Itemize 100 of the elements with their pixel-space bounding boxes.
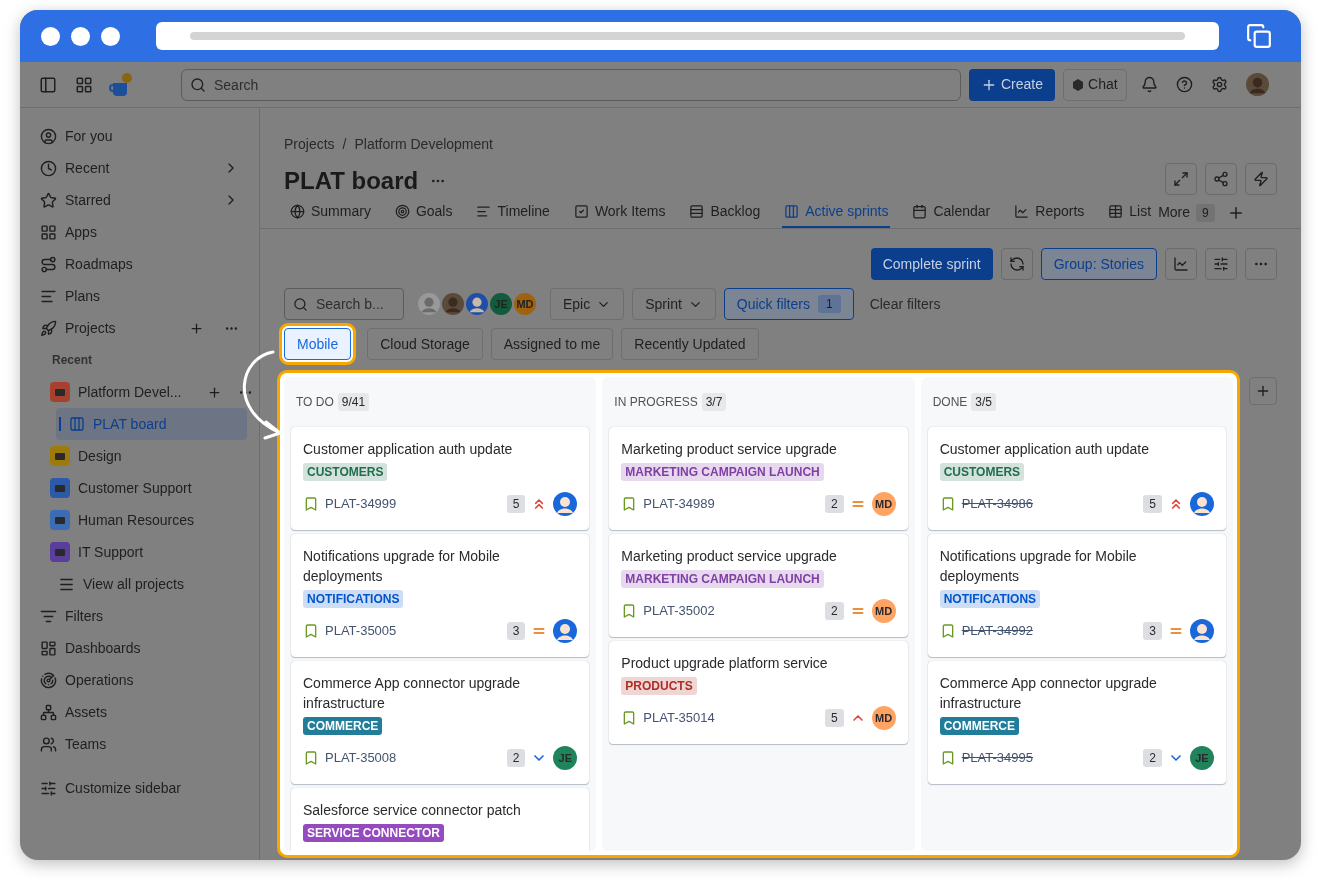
issue-key[interactable]: PLAT-35008 xyxy=(325,748,397,768)
board-item[interactable]: PLAT board xyxy=(56,408,247,440)
issue-card[interactable]: Notifications upgrade for Mobile deployments NOTIFICATIONS PLAT-35005 3 xyxy=(291,534,590,657)
chat-button[interactable]: Chat xyxy=(1063,68,1127,101)
sidebar-item-label: Plans xyxy=(65,286,101,306)
sidebar-item-label: Operations xyxy=(65,670,134,690)
nav-tab[interactable]: Timeline xyxy=(474,197,552,228)
sidebar-item-label: Teams xyxy=(65,734,107,754)
quick-filter-chip[interactable]: Recently Updated xyxy=(621,328,759,360)
sidebar-item[interactable]: Recent xyxy=(32,152,247,184)
quick-filter-chip[interactable]: Cloud Storage xyxy=(367,328,483,360)
sidebar-item[interactable]: View all projects xyxy=(32,568,247,600)
issue-card[interactable]: Commerce App connector upgrade infrastructure COMMERCE PLAT-34995 2 JE xyxy=(927,661,1226,784)
card-title: Product upgrade platform service xyxy=(621,654,829,673)
sync-button[interactable] xyxy=(1000,248,1033,280)
people-icon xyxy=(40,735,57,753)
issue-key[interactable]: PLAT-34989 xyxy=(643,494,715,514)
project-name: Human Resources xyxy=(78,510,194,530)
issue-card[interactable]: Customer application auth update CUSTOMERS PLAT-34986 5 xyxy=(927,427,1226,530)
automation-button[interactable] xyxy=(1245,163,1277,195)
sidebar-item[interactable]: Operations xyxy=(32,664,247,696)
star-icon xyxy=(40,191,57,209)
sidebar-item[interactable]: For you xyxy=(32,120,247,152)
add-icon[interactable] xyxy=(207,384,222,400)
more-tabs-button[interactable]: More 9 xyxy=(1158,202,1215,223)
story-points: 3 xyxy=(1143,622,1162,640)
issue-key[interactable]: PLAT-35005 xyxy=(325,621,397,641)
notifications-icon[interactable] xyxy=(1140,76,1158,93)
nav-tab[interactable]: List xyxy=(1106,197,1154,228)
sidebar-item[interactable]: Teams xyxy=(32,728,247,760)
filter-dropdown[interactable]: Sprint xyxy=(632,288,716,320)
nav-tab[interactable]: Active sprints xyxy=(782,197,891,228)
help-icon[interactable] xyxy=(1175,76,1193,93)
sidebar-item[interactable]: Starred xyxy=(32,184,247,216)
sidebar-item-label: View all projects xyxy=(83,574,184,594)
breadcrumb-link[interactable]: Platform Development xyxy=(354,134,493,155)
issue-card[interactable]: Notifications upgrade for Mobile deployments NOTIFICATIONS PLAT-34992 3 xyxy=(927,534,1226,657)
lightning-icon xyxy=(1253,171,1269,187)
copy-icon[interactable] xyxy=(1246,23,1272,49)
issue-key[interactable]: PLAT-34986 xyxy=(961,494,1033,514)
quick-filter-chip[interactable]: Mobile xyxy=(284,328,352,360)
project-item[interactable]: Design xyxy=(32,440,247,472)
user-avatar: JE xyxy=(490,293,512,315)
count-badge: 1 xyxy=(817,295,841,313)
issue-card[interactable]: Marketing product service upgrade MARKETING CAMPAIGN LAUNCH PLAT-35002 2 MD xyxy=(609,534,908,637)
complete-sprint-button[interactable]: Complete sprint xyxy=(870,248,993,280)
share-button[interactable] xyxy=(1205,163,1237,195)
sidebar-item[interactable]: Assets xyxy=(32,696,247,728)
insights-button[interactable] xyxy=(1165,248,1197,280)
issue-card[interactable]: Salesforce service connector patch SERVICE CONNECTOR xyxy=(291,788,590,851)
issue-key[interactable]: PLAT-34995 xyxy=(961,748,1033,768)
chart-icon xyxy=(1173,256,1189,272)
view-settings-button[interactable] xyxy=(1205,248,1237,280)
nav-tab[interactable]: Goals xyxy=(392,197,455,228)
nav-tab[interactable]: Reports xyxy=(1012,197,1087,228)
sidebar-item[interactable]: Plans xyxy=(32,280,247,312)
calendar-icon xyxy=(912,204,928,219)
radar-icon xyxy=(40,671,57,689)
app-switcher-icon[interactable] xyxy=(75,75,93,94)
add-column-button[interactable] xyxy=(1249,377,1277,405)
sidebar-item[interactable]: Filters xyxy=(32,600,247,632)
sidebar-item[interactable]: Roadmaps xyxy=(32,248,247,280)
sidebar-item[interactable]: Apps xyxy=(32,216,247,248)
issue-card[interactable]: Commerce App connector upgrade infrastructure COMMERCE PLAT-35008 2 JE xyxy=(291,661,590,784)
nav-tab[interactable]: Summary xyxy=(288,197,373,228)
page-title: PLAT board xyxy=(284,166,419,196)
board-search-field[interactable]: Search b... xyxy=(284,288,404,320)
sidebar-item[interactable]: Customize sidebar xyxy=(32,772,247,804)
search-field[interactable]: Search xyxy=(181,68,961,101)
issue-key[interactable]: PLAT-35014 xyxy=(643,708,715,728)
quick-filter-chip[interactable]: Assigned to me xyxy=(490,328,614,360)
project-item[interactable]: Customer Support xyxy=(32,472,247,504)
sidebar-item[interactable]: Dashboards xyxy=(32,632,247,664)
issue-card[interactable]: Customer application auth update CUSTOMERS PLAT-34999 5 xyxy=(291,427,590,530)
quick-filters-button[interactable]: Quick filters 1 xyxy=(723,288,854,320)
bookmark-icon xyxy=(303,623,319,639)
breadcrumb-link[interactable]: Projects xyxy=(284,134,335,155)
nav-tab[interactable]: Backlog xyxy=(687,197,763,228)
clear-filters-button[interactable]: Clear filters xyxy=(869,293,941,315)
nav-tab[interactable]: Work Items xyxy=(571,197,668,228)
settings-icon[interactable] xyxy=(1210,76,1228,93)
filter-dropdown[interactable]: Epic xyxy=(550,288,625,320)
breadcrumb-separator: / xyxy=(342,135,347,154)
issue-key[interactable]: PLAT-35002 xyxy=(643,601,715,621)
sidebar-toggle-icon[interactable] xyxy=(39,75,57,94)
story-points: 2 xyxy=(824,495,844,513)
fullscreen-button[interactable] xyxy=(1165,163,1197,195)
create-button[interactable]: Create xyxy=(969,68,1056,101)
issue-key[interactable]: PLAT-34992 xyxy=(961,621,1033,641)
project-item[interactable]: IT Support xyxy=(32,536,247,568)
project-item[interactable]: Platform Devel... xyxy=(32,376,247,408)
issue-card[interactable]: Marketing product service upgrade MARKETING CAMPAIGN LAUNCH PLAT-34989 2 MD xyxy=(609,427,908,530)
issue-card[interactable]: Product upgrade platform service PRODUCTS PLAT-35014 5 MD xyxy=(609,641,908,744)
group-button[interactable]: Group: Stories xyxy=(1040,248,1157,280)
issue-key[interactable]: PLAT-34999 xyxy=(325,494,397,514)
nav-tab[interactable]: Calendar xyxy=(910,197,993,228)
sidebar-item[interactable]: Projects xyxy=(32,312,247,344)
add-icon[interactable] xyxy=(189,320,204,336)
project-item[interactable]: Human Resources xyxy=(32,504,247,536)
sidebar-item-label: Assets xyxy=(65,702,107,722)
